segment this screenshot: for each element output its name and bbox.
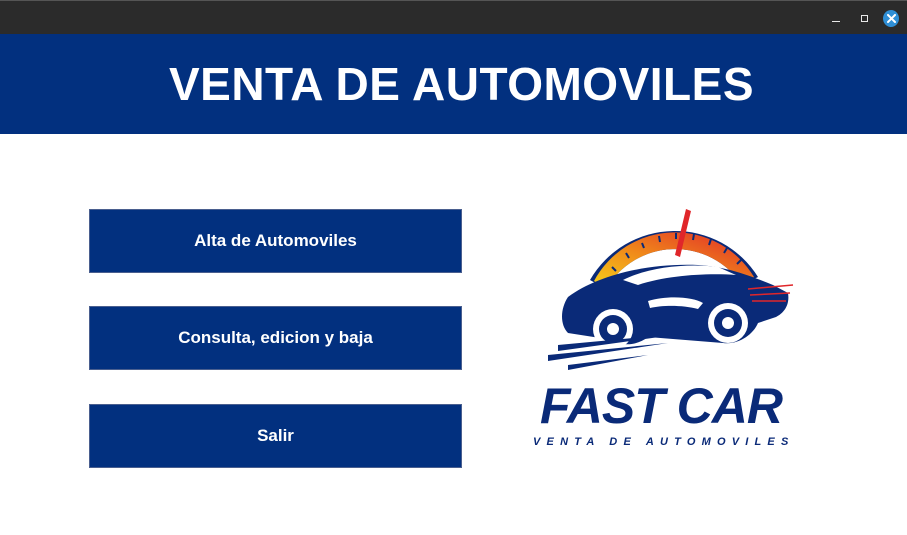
logo-brand-text: FAST CAR — [540, 378, 783, 434]
alta-automoviles-button[interactable]: Alta de Automoviles — [89, 209, 462, 273]
consulta-edicion-baja-button[interactable]: Consulta, edicion y baja — [89, 306, 462, 370]
minimize-button[interactable] — [828, 10, 844, 26]
maximize-icon — [860, 14, 868, 22]
close-icon — [883, 9, 899, 27]
salir-button[interactable]: Salir — [89, 404, 462, 468]
minimize-icon — [832, 21, 840, 22]
maximize-button[interactable] — [856, 10, 872, 26]
header-banner: VENTA DE AUTOMOVILES — [0, 34, 907, 134]
app-window: VENTA DE AUTOMOVILES Alta de Automoviles… — [0, 0, 907, 535]
title-bar[interactable] — [0, 0, 907, 34]
page-title: VENTA DE AUTOMOVILES — [168, 58, 755, 110]
logo-tagline: VENTA DE AUTOMOVILES — [533, 436, 795, 448]
close-button[interactable] — [883, 9, 899, 27]
